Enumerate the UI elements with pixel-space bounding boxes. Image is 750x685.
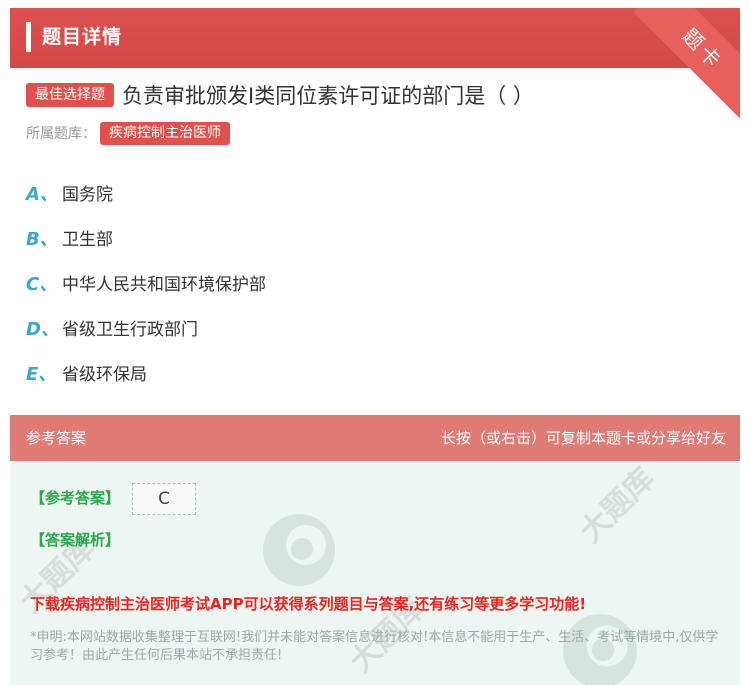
option-a[interactable]: A、 国务院 bbox=[26, 170, 266, 215]
analysis-label: 【答案解析】 bbox=[30, 531, 121, 549]
answer-label: 【参考答案】 bbox=[30, 489, 121, 507]
option-text: 卫生部 bbox=[62, 230, 113, 250]
share-hint: 长按（或右击）可复制本题卡或分享给好友 bbox=[440, 429, 726, 447]
option-letter: C、 bbox=[26, 273, 58, 295]
option-letter: B、 bbox=[26, 228, 58, 250]
page-title: 题目详情 bbox=[42, 26, 123, 48]
option-letter: E、 bbox=[26, 363, 57, 385]
library-label: 所属题库： bbox=[26, 126, 96, 142]
option-c[interactable]: C、 中华人民共和国环境保护部 bbox=[26, 260, 266, 305]
watermark-logo-icon bbox=[263, 514, 335, 586]
library-line: 所属题库： 疾病控制主治医师 bbox=[26, 121, 230, 145]
option-letter: D、 bbox=[26, 318, 59, 340]
option-text: 省级环保局 bbox=[62, 365, 147, 385]
disclaimer-text: *申明:本网站数据收集整理于互联网!我们并未能对答案信息进行核对!本信息不能用于… bbox=[30, 630, 719, 663]
option-letter: A、 bbox=[26, 183, 58, 205]
question-line: 最佳选择题 负责审批颁发I类同位素许可证的部门是（ ） bbox=[26, 80, 736, 110]
library-tag[interactable]: 疾病控制主治医师 bbox=[100, 121, 230, 145]
option-text: 中华人民共和国环境保护部 bbox=[62, 275, 266, 295]
question-text: 负责审批颁发I类同位素许可证的部门是（ ） bbox=[122, 84, 534, 108]
options-list: A、 国务院 B、 卫生部 C、 中华人民共和国环境保护部 D、 省级卫生行政部… bbox=[26, 170, 266, 395]
option-b[interactable]: B、 卫生部 bbox=[26, 215, 266, 260]
option-text: 国务院 bbox=[62, 185, 113, 205]
answer-header-title: 参考答案 bbox=[26, 429, 87, 447]
option-d[interactable]: D、 省级卫生行政部门 bbox=[26, 305, 266, 350]
answer-body: 大题库 大题库 大题库 【参考答案】 C 【答案解析】 下载疾病控制主治医师考试… bbox=[10, 461, 740, 685]
option-text: 省级卫生行政部门 bbox=[62, 320, 198, 340]
answer-value: C bbox=[132, 483, 196, 515]
option-e[interactable]: E、 省级环保局 bbox=[26, 350, 266, 395]
header-accent-bar bbox=[26, 22, 31, 52]
watermark-icon: 大题库 bbox=[573, 461, 662, 550]
question-type-tag: 最佳选择题 bbox=[26, 83, 114, 107]
page-header: 题目详情 题卡 bbox=[10, 8, 740, 118]
app-download-promo[interactable]: 下载疾病控制主治医师考试APP可以获得系列题目与答案,还有练习等更多学习功能! bbox=[30, 593, 586, 614]
answer-header: 参考答案 长按（或右击）可复制本题卡或分享给好友 bbox=[10, 415, 740, 461]
